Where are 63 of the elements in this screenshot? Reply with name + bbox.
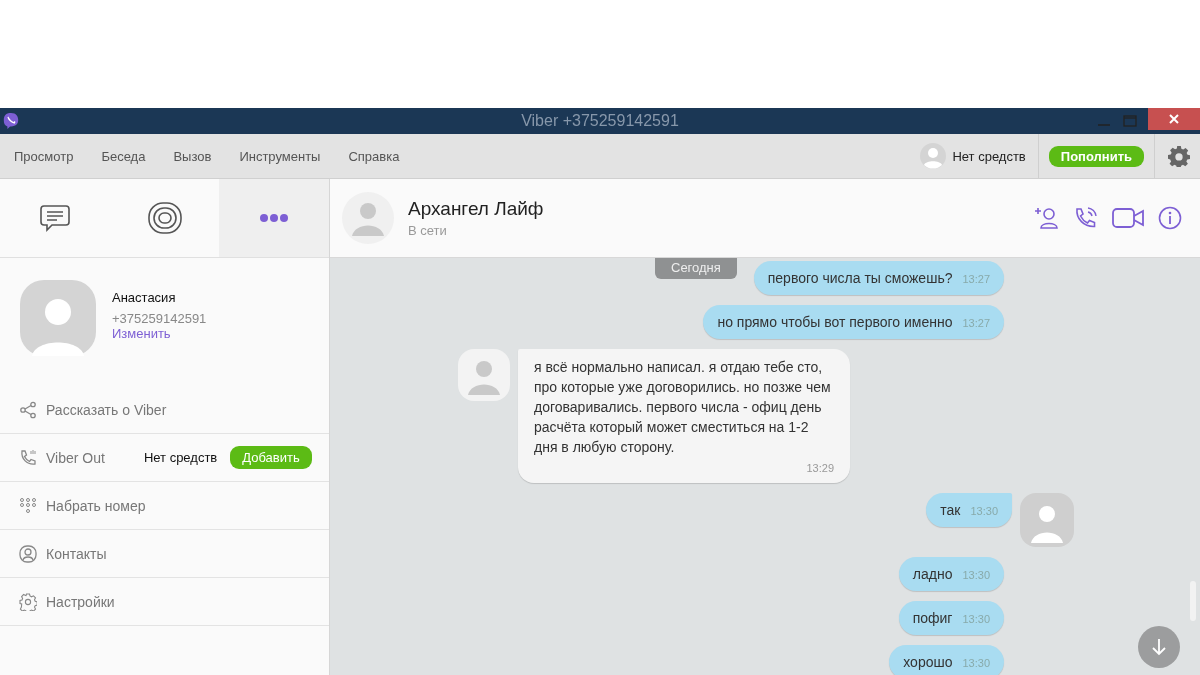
- video-call-icon[interactable]: [1112, 207, 1144, 229]
- message-text: но прямо чтобы вот первого именно: [717, 313, 953, 332]
- message-time: 13:30: [962, 568, 990, 583]
- edit-link[interactable]: Изменить: [112, 326, 207, 341]
- close-button[interactable]: [1148, 108, 1200, 130]
- option-label: Настройки: [46, 593, 115, 610]
- avatar-icon: [458, 349, 510, 401]
- menu-item[interactable]: Справка: [348, 148, 400, 164]
- message-text: так: [940, 501, 961, 520]
- chat-bubble-icon: [38, 202, 71, 234]
- profile-name: Анастасия: [112, 290, 177, 305]
- phone-bubble-icon: [2, 112, 20, 130]
- avatar-icon: [920, 143, 947, 169]
- option-label: Viber Out: [46, 449, 105, 466]
- menu-item[interactable]: Инструменты: [239, 148, 321, 164]
- balance-status: Нет средств: [143, 450, 218, 465]
- arrow-down-icon: [1150, 637, 1168, 657]
- profile-phone: +375259142591: [112, 311, 207, 326]
- menu-item[interactable]: Вызов: [173, 148, 212, 164]
- message-time: 13:27: [962, 316, 990, 331]
- settings-icon: [19, 592, 37, 611]
- message-text: я всё нормально написал. я отдаю тебе сто, про которые уже договорились. но позже чем договаривались. первого числа - офиц день расчёта который может сместиться на 1-2 дня в любую сторону.: [534, 358, 832, 457]
- avatar-icon: [20, 280, 96, 356]
- call-icon[interactable]: [1074, 206, 1098, 230]
- menu-item[interactable]: Беседа: [101, 148, 146, 164]
- menu-option[interactable]: Рассказать о Viber: [0, 386, 329, 434]
- contact-icon: [19, 544, 37, 563]
- message-text: ладно: [912, 565, 953, 584]
- add-person-icon[interactable]: [1034, 206, 1060, 230]
- settings-icon[interactable]: [1168, 145, 1190, 167]
- contact-status: В сети: [408, 223, 448, 238]
- date-badge: Сегодня: [655, 258, 737, 279]
- top-up-button[interactable]: Пополнить: [1048, 145, 1144, 167]
- window-title: Viber +375259142591: [520, 112, 680, 130]
- keypad-icon: [19, 496, 37, 515]
- more-icon: [260, 213, 289, 223]
- menu-option[interactable]: Настройки: [0, 578, 329, 626]
- message-text: пофиг: [912, 609, 953, 628]
- message-time: 13:30: [962, 656, 990, 671]
- add-button[interactable]: Добавить: [230, 446, 312, 469]
- avatar-icon: [342, 192, 394, 244]
- message-time: 13:30: [970, 504, 998, 519]
- message-text: первого числа ты сможешь?: [767, 269, 953, 288]
- menu-option[interactable]: Контакты: [0, 530, 329, 578]
- phone-icon: [19, 448, 37, 467]
- contact-name: Архангел Лайф: [408, 198, 544, 220]
- menu-option[interactable]: Набрать номер: [0, 482, 329, 530]
- menu-option[interactable]: Viber Out Нет средств Добавить: [0, 434, 329, 482]
- message-time: 13:30: [962, 612, 990, 627]
- message-text: хорошо: [903, 653, 953, 672]
- share-icon: [19, 400, 37, 419]
- balance-status: Нет средств: [952, 148, 1026, 164]
- info-icon[interactable]: [1158, 206, 1182, 230]
- close-icon: [1168, 113, 1180, 125]
- scroll-down-button[interactable]: [1138, 626, 1180, 668]
- option-label: Контакты: [46, 545, 107, 562]
- avatar-icon: [1020, 493, 1074, 547]
- option-label: Рассказать о Viber: [46, 401, 167, 418]
- message-time: 13:29: [806, 461, 834, 476]
- concentric-rings-icon: [147, 202, 182, 234]
- menu-item[interactable]: Просмотр: [14, 148, 74, 164]
- option-label: Набрать номер: [46, 497, 146, 514]
- message-time: 13:27: [962, 272, 990, 287]
